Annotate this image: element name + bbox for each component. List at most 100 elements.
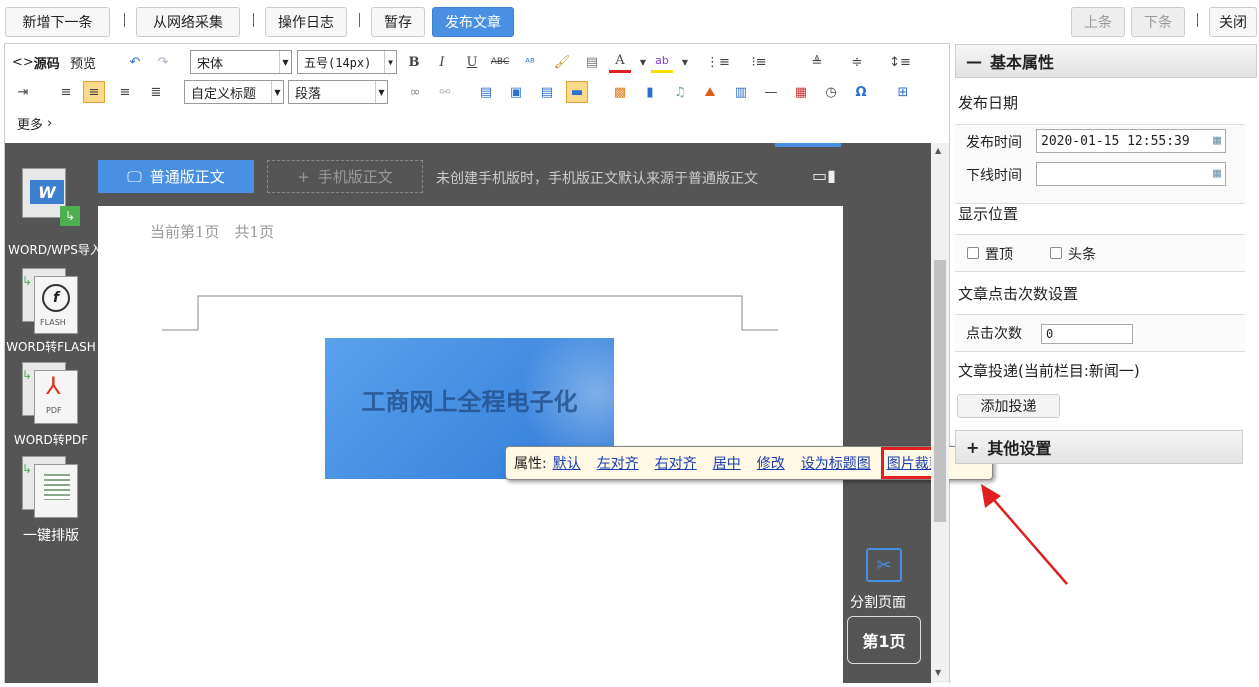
preview-button[interactable]: 预览 xyxy=(70,50,96,74)
font-family-select[interactable]: 宋体 ▼ xyxy=(190,50,292,74)
bold-icon[interactable]: B xyxy=(403,51,425,73)
popup-align-right-link[interactable]: 右对齐 xyxy=(655,453,697,473)
draft-button[interactable]: 暂存 xyxy=(371,7,425,37)
split-page-label[interactable]: 分割页面 xyxy=(850,592,906,612)
insert-video-icon[interactable]: ▮ xyxy=(639,81,661,103)
popup-edit-link[interactable]: 修改 xyxy=(757,453,785,473)
offline-time-label: 下线时间 xyxy=(966,168,1022,184)
popup-align-left-link[interactable]: 左对齐 xyxy=(597,453,639,473)
insert-image-icon[interactable]: ▩ xyxy=(609,81,631,103)
display-toggle-icon[interactable]: ▭▮ xyxy=(812,166,836,185)
popup-set-title-image-link[interactable]: 设为标题图 xyxy=(801,453,871,473)
indent-icon[interactable]: ⇥ xyxy=(12,81,34,103)
table-icon[interactable]: ⊞ xyxy=(892,81,914,103)
word-to-flash-icon: f FLASH ↳ xyxy=(22,268,82,338)
more-button[interactable]: 更多 › xyxy=(17,111,52,135)
paragraph-spacing-top-icon[interactable]: ≜ xyxy=(806,51,828,73)
image-text: 工商网上全程电子化 xyxy=(361,388,578,416)
align-right-icon[interactable]: ≡ xyxy=(114,81,136,103)
strikethrough-icon[interactable]: ABC xyxy=(489,51,511,73)
ordered-list-icon[interactable]: ⋮≡ xyxy=(706,51,730,73)
popup-label: 属性: xyxy=(514,456,547,472)
popup-default-link[interactable]: 默认 xyxy=(553,453,581,473)
unordered-list-icon[interactable]: ⁝≡ xyxy=(748,51,770,73)
chevron-down-icon[interactable]: ▼ xyxy=(674,51,696,73)
date-icon[interactable]: ▦ xyxy=(790,81,812,103)
click-count-input[interactable]: 0 xyxy=(1041,324,1133,344)
image-center-icon[interactable]: ▬ xyxy=(566,81,588,103)
scrollbar-thumb[interactable] xyxy=(934,260,946,522)
scroll-down-icon[interactable]: ▼ xyxy=(935,668,941,677)
click-settings-heading: 文章点击次数设置 xyxy=(958,285,1079,303)
add-next-button[interactable]: 新增下一条 xyxy=(5,7,110,37)
format-painter-icon[interactable]: 🖌 xyxy=(551,51,573,73)
highlight-color-icon[interactable]: ab xyxy=(651,51,673,73)
other-settings-header[interactable]: + 其他设置 xyxy=(955,430,1243,464)
divider xyxy=(124,13,125,27)
time-icon[interactable]: ◷ xyxy=(820,81,842,103)
delivery-heading: 文章投递(当前栏目:新闻一) xyxy=(958,362,1140,380)
source-button[interactable]: <> 源码 xyxy=(12,50,60,74)
properties-panel: — 基本属性 发布日期 发布时间 2020-01-15 12:55:39 ▦ 下线时… xyxy=(955,44,1259,429)
insert-map-icon[interactable]: ⛰ xyxy=(699,81,721,103)
paragraph-spacing-bottom-icon[interactable]: ≑ xyxy=(846,51,868,73)
headline-checkbox[interactable] xyxy=(1050,247,1062,259)
insert-template-icon[interactable]: ▥ xyxy=(730,81,752,103)
auto-format-icon: ↳ xyxy=(22,456,82,526)
image-left-icon[interactable]: ▤ xyxy=(475,81,497,103)
paste-text-icon[interactable]: ▤ xyxy=(581,51,603,73)
italic-icon[interactable]: I xyxy=(431,51,453,73)
page-info: 当前第1页 共1页 xyxy=(150,223,275,241)
scroll-up-icon[interactable]: ▲ xyxy=(935,146,941,155)
insert-music-icon[interactable]: ♫ xyxy=(669,81,691,103)
popup-center-link[interactable]: 居中 xyxy=(713,453,741,473)
word-import-label: WORD/WPS导入 xyxy=(8,243,102,257)
align-left-icon[interactable]: ≡ xyxy=(55,81,77,103)
undo-icon[interactable]: ↶ xyxy=(124,51,146,73)
divider xyxy=(359,13,360,27)
image-right-icon[interactable]: ▤ xyxy=(536,81,558,103)
tab-normal[interactable]: 🖵 普通版正文 xyxy=(98,160,254,193)
underline-icon[interactable]: U xyxy=(461,51,483,73)
font-color-icon[interactable]: A xyxy=(609,51,631,73)
word-to-flash-label: WORD转FLASH xyxy=(6,340,96,354)
calendar-icon[interactable]: ▦ xyxy=(1213,133,1221,148)
image-none-icon[interactable]: ▣ xyxy=(505,81,527,103)
special-char-icon[interactable]: Ω xyxy=(850,81,872,103)
top-checkbox[interactable] xyxy=(967,247,979,259)
headline-label: 头条 xyxy=(1068,247,1096,263)
basic-props-header[interactable]: — 基本属性 xyxy=(955,44,1257,78)
publish-button[interactable]: 发布文章 xyxy=(432,7,514,37)
page-1-button[interactable]: 第1页 xyxy=(847,616,921,664)
scissors-icon[interactable]: ✂ xyxy=(866,548,902,582)
publish-time-input[interactable]: 2020-01-15 12:55:39 ▦ xyxy=(1036,129,1226,153)
click-count-label: 点击次数 xyxy=(966,326,1022,342)
align-justify-icon[interactable]: ≣ xyxy=(145,81,167,103)
log-button[interactable]: 操作日志 xyxy=(265,7,347,37)
spellcheck-icon[interactable]: ᴬᴮ xyxy=(519,51,541,73)
calendar-icon[interactable]: ▦ xyxy=(1213,166,1221,181)
annotation-arrow xyxy=(981,484,1068,585)
offline-time-input[interactable]: ▦ xyxy=(1036,162,1226,186)
paragraph-select[interactable]: 段落 ▼ xyxy=(288,80,388,104)
next-button[interactable]: 下条 xyxy=(1131,7,1185,37)
font-size-select[interactable]: 五号(14px) ▼ xyxy=(297,50,397,74)
link-icon[interactable]: ∞ xyxy=(404,81,426,103)
redo-icon[interactable]: ↷ xyxy=(152,51,174,73)
horizontal-rule-icon[interactable]: — xyxy=(760,81,782,103)
tab-hint: 未创建手机版时，手机版正文默认来源于普通版正文 xyxy=(436,171,758,187)
auto-format-label: 一键排版 xyxy=(23,528,79,544)
align-center-icon[interactable]: ≡ xyxy=(83,81,105,103)
unlink-icon[interactable]: ⚯ xyxy=(434,81,456,103)
tab-mobile[interactable]: + 手机版正文 xyxy=(267,160,423,193)
close-button[interactable]: 关闭 xyxy=(1209,7,1257,37)
prev-button[interactable]: 上条 xyxy=(1071,7,1125,37)
collect-button[interactable]: 从网络采集 xyxy=(136,7,240,37)
line-height-icon[interactable]: ↕≡ xyxy=(889,51,911,73)
word-to-pdf-label: WORD转PDF xyxy=(13,433,89,447)
image-property-popup: 属性: 默认 左对齐 右对齐 居中 修改 设为标题图 图片裁剪 xyxy=(505,446,993,480)
plus-icon: + xyxy=(297,167,310,186)
add-delivery-button[interactable]: 添加投递 xyxy=(957,394,1060,418)
monitor-icon: 🖵 xyxy=(127,167,142,186)
custom-heading-select[interactable]: 自定义标题 ▼ xyxy=(184,80,284,104)
